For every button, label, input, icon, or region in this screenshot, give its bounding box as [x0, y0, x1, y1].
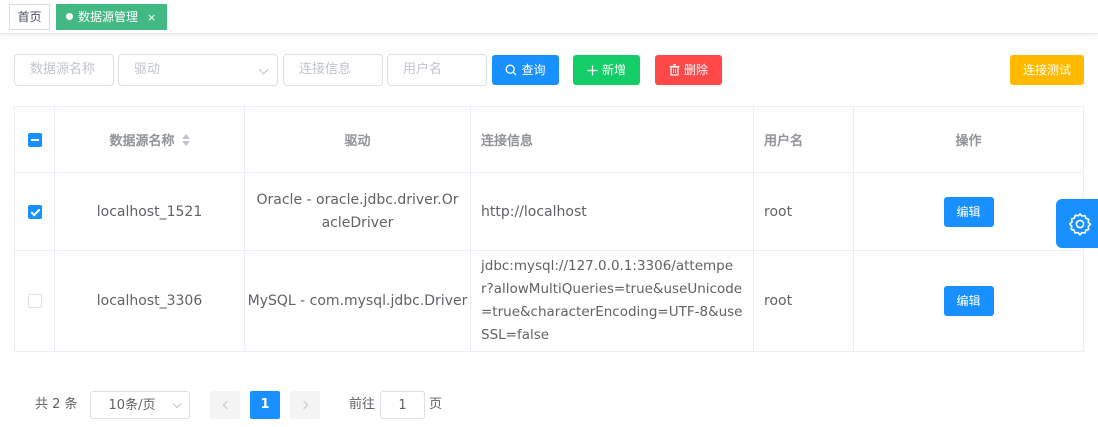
- row-checkbox[interactable]: [27, 204, 42, 219]
- chevron-left-icon: [222, 400, 231, 410]
- chevron-right-icon: [299, 400, 308, 410]
- connection-test-button[interactable]: 连接测试: [1010, 55, 1084, 85]
- edit-button[interactable]: 编辑: [943, 286, 994, 316]
- delete-button[interactable]: 删除: [655, 55, 722, 85]
- username-text: root: [764, 203, 793, 220]
- select-all-checkbox[interactable]: [27, 132, 42, 147]
- header-select-all[interactable]: [15, 107, 55, 173]
- table-cell-driver: Oracle - oracle.jdbc.driver.OracleDriver: [245, 173, 471, 251]
- table-cell-conn: http://localhost: [471, 173, 754, 251]
- query-label: 查询: [521, 63, 546, 77]
- connection-text: jdbc:mysql://127.0.0.1:3306/attemper?all…: [481, 258, 743, 343]
- datasource-table: 数据源名称 驱动 连接信息 用户名 操作 localhost_1521 Orac…: [14, 106, 1084, 352]
- table-cell-user: root: [754, 251, 854, 351]
- header-username: 用户名: [754, 107, 854, 173]
- query-button[interactable]: 查询: [492, 55, 559, 85]
- tab-label: 数据源管理: [78, 10, 139, 24]
- table-cell-ops: 编辑: [854, 173, 1083, 251]
- header-datasource-name[interactable]: 数据源名称: [55, 107, 245, 173]
- goto-page-input[interactable]: 1: [380, 391, 425, 419]
- table-cell-name: localhost_1521: [55, 173, 245, 251]
- connection-info-input[interactable]: 连接信息: [283, 54, 383, 86]
- header-name-label: 数据源名称: [109, 134, 175, 149]
- close-icon[interactable]: ×: [147, 6, 156, 30]
- plus-icon: [587, 65, 598, 76]
- datasource-name: localhost_3306: [96, 293, 203, 309]
- table-cell-conn: jdbc:mysql://127.0.0.1:3306/attemper?all…: [471, 251, 754, 351]
- driver-text: MySQL - com.mysql.jdbc.Driver: [247, 293, 468, 309]
- add-label: 新增: [601, 63, 626, 77]
- header-user-label: 用户名: [764, 134, 804, 149]
- edit-button[interactable]: 编辑: [943, 196, 994, 227]
- page-size-value: 10条/页: [108, 398, 156, 413]
- tags-view-bar: 首页 数据源管理 ×: [0, 0, 1098, 34]
- goto-prefix: 前往: [349, 397, 376, 412]
- goto-suffix: 页: [429, 397, 443, 412]
- table-cell-user: root: [754, 173, 854, 251]
- header-ops-label: 操作: [955, 134, 982, 149]
- datasource-name-input[interactable]: 数据源名称: [14, 54, 114, 86]
- trash-icon: [669, 64, 680, 76]
- settings-button[interactable]: [1056, 199, 1098, 248]
- add-button[interactable]: 新增: [573, 55, 640, 85]
- chevron-down-icon: [172, 399, 182, 409]
- tab-home[interactable]: 首页: [9, 4, 50, 30]
- table-cell-name: localhost_3306: [55, 251, 245, 351]
- row-checkbox[interactable]: [27, 294, 42, 308]
- next-page-button[interactable]: [290, 391, 320, 419]
- sort-caret-icon[interactable]: [181, 133, 190, 146]
- chevron-down-icon: [258, 64, 269, 75]
- username-text: root: [764, 293, 793, 309]
- datasource-name: localhost_1521: [96, 203, 203, 220]
- driver-text: Oracle - oracle.jdbc.driver.OracleDriver: [256, 191, 459, 231]
- page-size-select[interactable]: 10条/页: [90, 391, 190, 419]
- header-driver-label: 驱动: [344, 134, 371, 149]
- tab-datasource-management[interactable]: 数据源管理 ×: [56, 4, 167, 30]
- pagination-total: 共 2 条: [35, 397, 78, 412]
- page-number-current[interactable]: 1: [250, 391, 280, 419]
- table-cell-driver: MySQL - com.mysql.jdbc.Driver: [245, 251, 471, 351]
- active-dot-icon: [66, 13, 73, 20]
- row-select-cell[interactable]: [15, 173, 55, 251]
- row-select-cell[interactable]: [15, 251, 55, 351]
- driver-select-placeholder: 驱动: [134, 62, 161, 77]
- username-input[interactable]: 用户名: [387, 54, 487, 86]
- connection-text: http://localhost: [481, 203, 587, 220]
- header-operations: 操作: [854, 107, 1083, 173]
- gear-icon: [1069, 212, 1092, 236]
- table-cell-ops: 编辑: [854, 251, 1083, 351]
- delete-label: 删除: [683, 63, 708, 77]
- prev-page-button[interactable]: [210, 391, 240, 419]
- header-conn-label: 连接信息: [481, 134, 534, 149]
- header-connection-info: 连接信息: [471, 107, 754, 173]
- driver-select[interactable]: 驱动: [118, 54, 278, 86]
- search-icon: [506, 64, 517, 76]
- header-driver: 驱动: [245, 107, 471, 173]
